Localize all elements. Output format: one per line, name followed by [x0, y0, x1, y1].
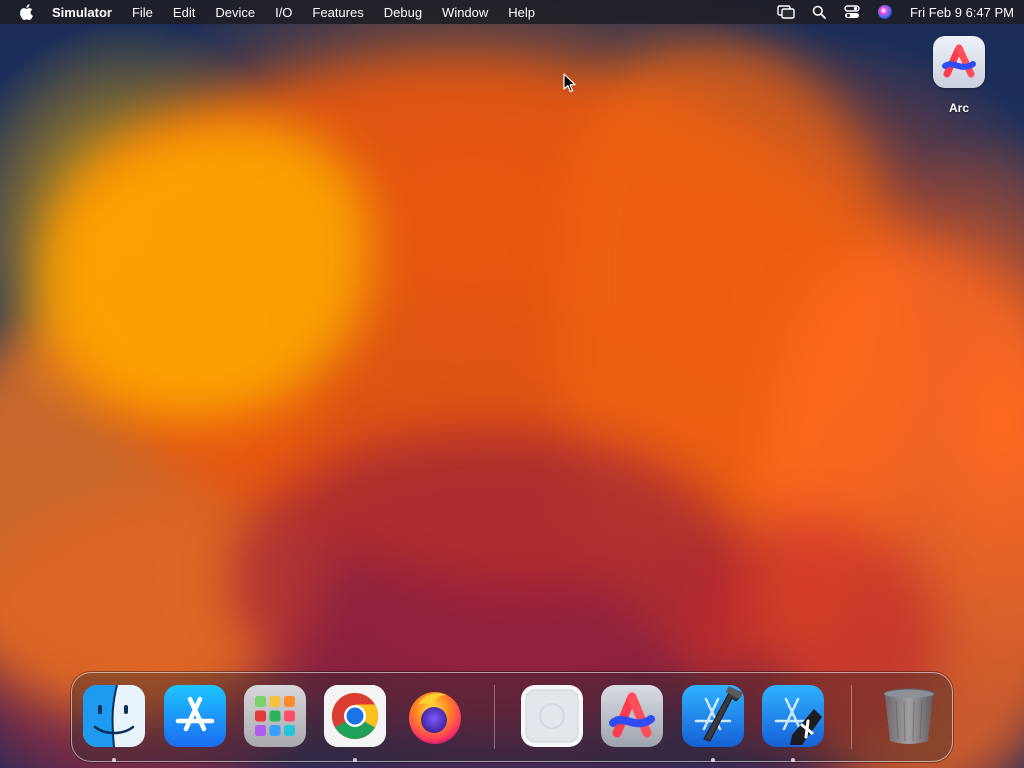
- arc-icon: [933, 36, 985, 88]
- launchpad-icon: [244, 685, 306, 747]
- menu-help[interactable]: Help: [508, 5, 535, 20]
- siri-icon[interactable]: [874, 3, 896, 21]
- menu-io[interactable]: I/O: [275, 5, 292, 20]
- dock-item-launchpad[interactable]: [244, 685, 308, 749]
- arc-icon: [601, 685, 663, 747]
- dock-item-finder[interactable]: [83, 685, 147, 749]
- finder-icon: [83, 685, 145, 747]
- menu-edit[interactable]: Edit: [173, 5, 195, 20]
- dock-separator: [851, 685, 852, 749]
- running-indicator: [791, 758, 795, 762]
- dock: [71, 672, 953, 762]
- menu-device[interactable]: Device: [215, 5, 255, 20]
- dock-item-xcode[interactable]: [682, 685, 746, 749]
- xcode-icon: [682, 685, 744, 747]
- desktop-wallpaper: [0, 0, 1024, 768]
- app-store-icon: [164, 685, 226, 747]
- firefox-icon: [404, 685, 466, 747]
- simulator-icon: [521, 685, 583, 747]
- dock-item-xcode-beta[interactable]: [762, 685, 826, 749]
- spotlight-search-icon[interactable]: [808, 3, 830, 21]
- trash-icon: [878, 685, 940, 747]
- xcode-beta-icon: [762, 685, 824, 747]
- dock-item-arc[interactable]: [601, 685, 665, 749]
- running-indicator: [353, 758, 357, 762]
- running-indicator: [711, 758, 715, 762]
- running-indicator: [112, 758, 116, 762]
- desktop-icon-arc[interactable]: Arc: [924, 36, 994, 115]
- chrome-icon: [324, 685, 386, 747]
- mouse-cursor-icon: [563, 73, 576, 93]
- dock-item-firefox[interactable]: [404, 685, 468, 749]
- control-center-icon[interactable]: [841, 3, 863, 21]
- menu-file[interactable]: File: [132, 5, 153, 20]
- menu-window[interactable]: Window: [442, 5, 488, 20]
- screen-mirroring-icon[interactable]: [775, 3, 797, 21]
- dock-item-chrome[interactable]: [324, 685, 388, 749]
- menu-features[interactable]: Features: [312, 5, 363, 20]
- dock-item-trash[interactable]: [878, 685, 942, 749]
- menu-app-name[interactable]: Simulator: [52, 5, 112, 20]
- dock-item-app-store[interactable]: [164, 685, 228, 749]
- menu-bar-status-area: Fri Feb 9 6:47 PM: [764, 3, 1014, 21]
- menu-bar-clock[interactable]: Fri Feb 9 6:47 PM: [910, 5, 1014, 20]
- dock-separator: [494, 685, 495, 749]
- menu-bar: Simulator File Edit Device I/O Features …: [0, 0, 1024, 24]
- menu-debug[interactable]: Debug: [384, 5, 422, 20]
- apple-menu-icon[interactable]: [18, 4, 34, 20]
- dock-item-simulator[interactable]: [521, 685, 585, 749]
- desktop-icon-label: Arc: [948, 101, 969, 115]
